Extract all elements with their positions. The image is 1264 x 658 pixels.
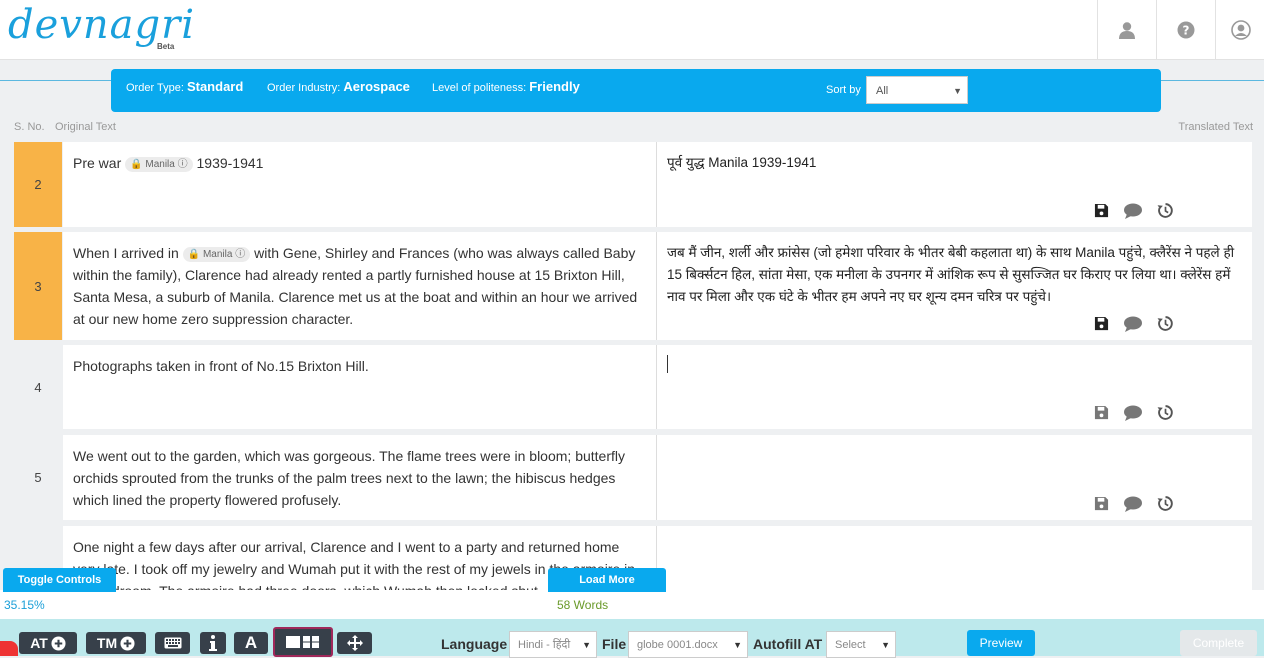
locked-tag: 🔒 Manila ⓘ: [182, 247, 251, 262]
autofill-select[interactable]: Select ▼: [826, 631, 896, 658]
translation-cell[interactable]: जब मैं जीन, शर्ली और फ्रांसेस (जो हमेशा …: [657, 232, 1252, 340]
translation-cell[interactable]: पूर्व युद्ध Manila 1939-1941: [657, 142, 1252, 227]
original-header: Original Text: [55, 121, 116, 133]
translation-cell[interactable]: [657, 345, 1252, 429]
original-cell: Pre war 🔒 Manila ⓘ 1939-1941: [63, 142, 657, 227]
original-text: We went out to the garden, which was gor…: [73, 448, 625, 508]
original-cell: Photographs taken in front of No.15 Brix…: [63, 345, 657, 429]
locked-tag: 🔒 Manila ⓘ: [125, 157, 193, 172]
original-cell: We went out to the garden, which was gor…: [63, 435, 657, 520]
translation-cell[interactable]: [657, 526, 1252, 590]
sno-header: S. No.: [14, 121, 45, 133]
complete-button[interactable]: Complete: [1180, 630, 1257, 656]
order-industry: Order Industry: Aerospace: [267, 79, 410, 94]
info-icon: [209, 635, 217, 651]
plus-circle-icon: [120, 635, 135, 651]
svg-text:?: ?: [1183, 23, 1190, 37]
move-button[interactable]: [337, 632, 372, 654]
preview-button[interactable]: Preview: [967, 630, 1035, 656]
chevron-down-icon: ▼: [953, 86, 962, 96]
autofill-label: Autofill AT: [753, 636, 823, 652]
comment-icon[interactable]: [1123, 496, 1143, 512]
translation-input[interactable]: [657, 435, 1252, 445]
segment-number: 3: [14, 232, 62, 340]
layout-toggle-button[interactable]: [273, 627, 333, 657]
history-icon[interactable]: [1157, 404, 1174, 421]
font-button[interactable]: A: [234, 632, 268, 654]
segment-number: 2: [14, 142, 62, 227]
status-strip: 35.15% 58 Words: [0, 590, 1264, 619]
keyboard-icon: [164, 637, 181, 649]
toggle-controls-button[interactable]: Toggle Controls: [3, 568, 116, 592]
save-icon[interactable]: [1094, 405, 1109, 420]
comment-icon[interactable]: [1123, 405, 1143, 421]
sort-select[interactable]: All ▼: [866, 76, 968, 104]
tm-button[interactable]: TM: [86, 632, 146, 654]
order-info-bar: Order Type: Standard Order Industry: Aer…: [111, 69, 1161, 112]
comment-icon[interactable]: [1123, 316, 1143, 332]
translation-input[interactable]: [657, 345, 1252, 380]
translation-text[interactable]: पूर्व युद्ध Manila 1939-1941: [657, 142, 1252, 174]
move-arrows-icon: [346, 635, 363, 651]
beta-label: Beta: [157, 42, 175, 51]
translated-header: Translated Text: [1178, 121, 1253, 133]
translation-input[interactable]: [657, 526, 1252, 536]
file-label: File: [602, 636, 627, 652]
translation-text[interactable]: जब मैं जीन, शर्ली और फ्रांसेस (जो हमेशा …: [657, 232, 1252, 308]
language-label: Language: [441, 636, 508, 652]
at-button[interactable]: AT: [19, 632, 77, 654]
translation-cell[interactable]: [657, 435, 1252, 520]
text-cursor: [667, 355, 668, 373]
original-text: When I arrived in 🔒 Manila ⓘ with Gene, …: [73, 245, 638, 327]
bottom-toolbar: AT TM A Language Hindi - हिंदी ▼ File glo…: [0, 619, 1264, 658]
history-icon[interactable]: [1157, 315, 1174, 332]
word-count: 58 Words: [557, 598, 609, 612]
segment-row: 5 We went out to the garden, which was g…: [14, 435, 1252, 520]
segment-number: 4: [34, 379, 42, 395]
chevron-down-icon: ▼: [582, 640, 591, 650]
help-icon[interactable]: ?: [1156, 0, 1215, 59]
plus-circle-icon: [51, 635, 66, 651]
segment-row: 4 Photographs taken in front of No.15 Br…: [14, 345, 1252, 429]
info-button[interactable]: [200, 632, 226, 654]
history-icon[interactable]: [1157, 202, 1174, 219]
segment-number: 5: [34, 470, 42, 485]
chevron-down-icon: ▼: [881, 640, 890, 650]
comment-icon[interactable]: [1123, 203, 1143, 219]
progress-percent: 35.15%: [4, 598, 45, 612]
layout-icon: [286, 636, 319, 648]
order-type: Order Type: Standard: [126, 79, 244, 94]
top-bar: devnagri Beta ?: [0, 0, 1264, 60]
sort-label: Sort by: [826, 84, 861, 96]
politeness-level: Level of politeness: Friendly: [432, 79, 580, 94]
original-text: Photographs taken in front of No.15 Brix…: [73, 358, 369, 374]
save-icon[interactable]: [1094, 203, 1109, 218]
original-cell: When I arrived in 🔒 Manila ⓘ with Gene, …: [63, 232, 657, 340]
notification-badge[interactable]: [0, 641, 18, 656]
save-icon[interactable]: [1094, 496, 1109, 511]
keyboard-button[interactable]: [155, 632, 190, 654]
segment-row: 3 When I arrived in 🔒 Manila ⓘ with Gene…: [14, 232, 1252, 340]
save-icon[interactable]: [1094, 316, 1109, 331]
segment-row: 2 Pre war 🔒 Manila ⓘ 1939-1941 पूर्व युद…: [14, 142, 1252, 227]
chevron-down-icon: ▼: [733, 640, 742, 650]
file-select[interactable]: globe 0001.docx ▼: [628, 631, 748, 658]
load-more-button[interactable]: Load More: [548, 568, 666, 592]
language-select[interactable]: Hindi - हिंदी ▼: [509, 631, 597, 658]
history-icon[interactable]: [1157, 495, 1174, 512]
original-text: Pre war 🔒 Manila ⓘ 1939-1941: [73, 155, 264, 172]
user-icon[interactable]: [1097, 0, 1156, 59]
account-icon[interactable]: [1215, 0, 1264, 59]
